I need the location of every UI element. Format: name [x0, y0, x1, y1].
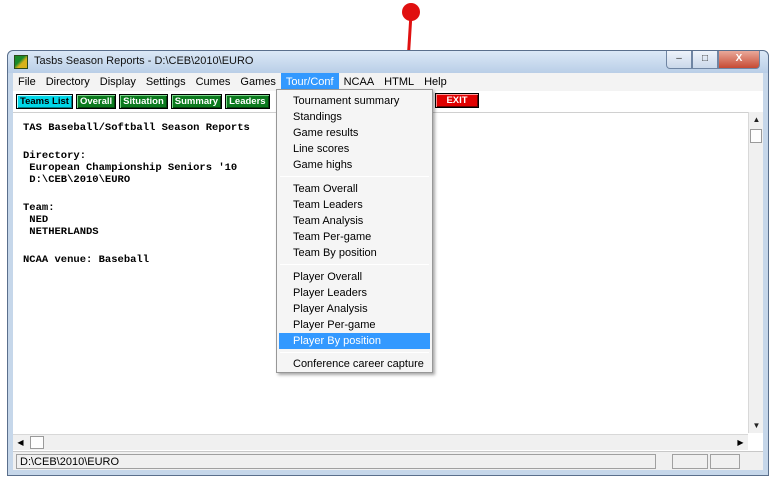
- directory-path: D:\CEB\2010\EURO: [23, 174, 131, 186]
- menu-team-overall[interactable]: Team Overall: [279, 181, 430, 197]
- menu-player-leaders[interactable]: Player Leaders: [279, 285, 430, 301]
- app-logo-icon: [14, 55, 28, 69]
- team-code: NED: [23, 214, 49, 226]
- title-bar: Tasbs Season Reports - D:\CEB\2010\EURO …: [8, 51, 768, 73]
- window-controls: – □ X: [666, 51, 760, 69]
- minimize-icon[interactable]: –: [666, 51, 692, 69]
- menu-player-overall[interactable]: Player Overall: [279, 269, 430, 285]
- horizontal-scrollbar[interactable]: ◀ ▶: [13, 434, 748, 450]
- scroll-down-icon[interactable]: ▼: [749, 418, 764, 433]
- menu-games[interactable]: Games: [235, 73, 280, 91]
- window-title: Tasbs Season Reports - D:\CEB\2010\EURO: [34, 55, 254, 67]
- exit-button[interactable]: EXIT: [435, 93, 479, 108]
- menu-player-analysis[interactable]: Player Analysis: [279, 301, 430, 317]
- menu-team-analysis[interactable]: Team Analysis: [279, 213, 430, 229]
- vertical-scrollbar[interactable]: ▲ ▼: [748, 112, 763, 433]
- menu-standings[interactable]: Standings: [279, 109, 430, 125]
- menu-line-scores[interactable]: Line scores: [279, 141, 430, 157]
- menu-tournament-summary[interactable]: Tournament summary: [279, 93, 430, 109]
- menu-file[interactable]: File: [13, 73, 41, 91]
- status-cell: [710, 454, 740, 469]
- menu-team-per-game[interactable]: Team Per-game: [279, 229, 430, 245]
- menu-game-results[interactable]: Game results: [279, 125, 430, 141]
- menu-separator: [280, 264, 429, 265]
- status-path: D:\CEB\2010\EURO: [16, 454, 656, 469]
- team-label: Team:: [23, 202, 55, 214]
- status-cell: [672, 454, 708, 469]
- team-name: NETHERLANDS: [23, 226, 99, 238]
- menu-settings[interactable]: Settings: [141, 73, 191, 91]
- report-heading: TAS Baseball/Softball Season Reports: [23, 122, 250, 134]
- menu-player-per-game[interactable]: Player Per-game: [279, 317, 430, 333]
- scroll-left-icon[interactable]: ◀: [13, 435, 28, 451]
- close-icon[interactable]: X: [718, 51, 760, 69]
- situation-button[interactable]: Situation: [119, 93, 168, 109]
- leaders-button[interactable]: Leaders: [225, 93, 270, 109]
- tour-conf-dropdown: Tournament summary Standings Game result…: [276, 89, 433, 373]
- menu-team-by-position[interactable]: Team By position: [279, 245, 430, 261]
- ncaa-venue: NCAA venue: Baseball: [23, 254, 150, 266]
- overall-button[interactable]: Overall: [75, 93, 117, 109]
- summary-button[interactable]: Summary: [170, 93, 223, 109]
- directory-name: European Championship Seniors '10: [23, 162, 238, 174]
- status-bar: D:\CEB\2010\EURO: [13, 451, 763, 470]
- menu-game-highs[interactable]: Game highs: [279, 157, 430, 173]
- menu-directory[interactable]: Directory: [41, 73, 95, 91]
- menu-display[interactable]: Display: [95, 73, 141, 91]
- menu-cumes[interactable]: Cumes: [191, 73, 236, 91]
- scroll-right-icon[interactable]: ▶: [733, 435, 748, 451]
- menu-separator: [280, 352, 429, 353]
- menu-player-by-position[interactable]: Player By position: [279, 333, 430, 349]
- menu-separator: [280, 176, 429, 177]
- menu-team-leaders[interactable]: Team Leaders: [279, 197, 430, 213]
- teams-list-button[interactable]: Teams List: [16, 93, 73, 109]
- scroll-up-icon[interactable]: ▲: [749, 112, 764, 127]
- vertical-scroll-thumb[interactable]: [750, 129, 762, 143]
- maximize-icon[interactable]: □: [692, 51, 718, 69]
- horizontal-scroll-thumb[interactable]: [30, 436, 44, 449]
- directory-label: Directory:: [23, 150, 87, 162]
- menu-conference-career-capture[interactable]: Conference career capture: [279, 356, 430, 372]
